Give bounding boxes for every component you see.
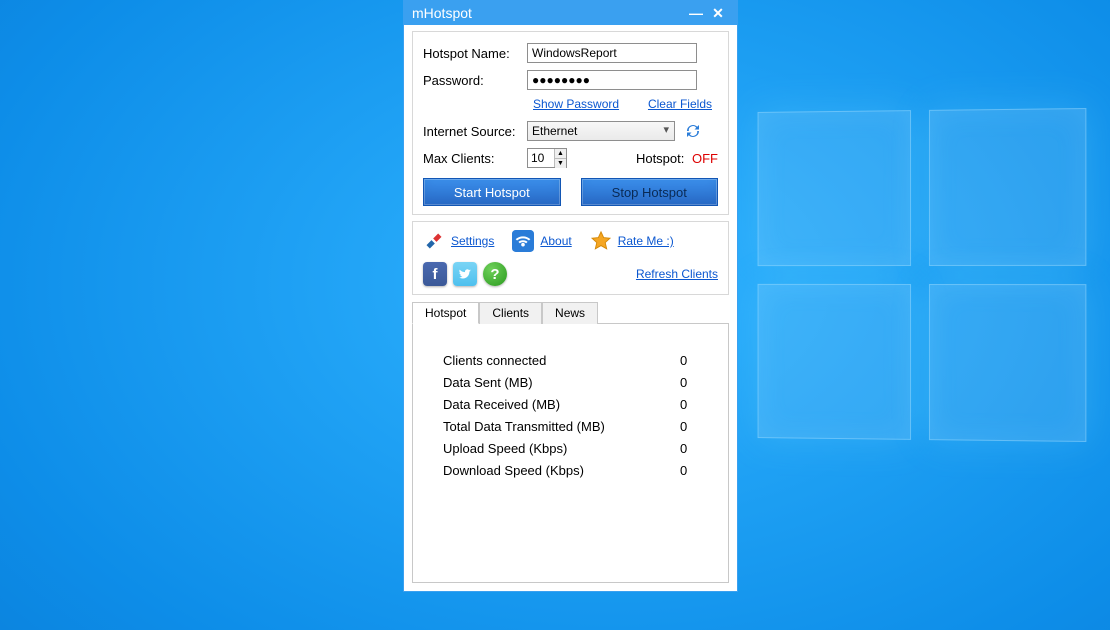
internet-source-label: Internet Source: [423,124,527,139]
tabs: Hotspot Clients News Clients connected 0 … [412,301,729,583]
stat-label: Total Data Transmitted (MB) [443,419,605,434]
refresh-clients-link[interactable]: Refresh Clients [636,267,718,281]
windows-logo [758,108,1087,442]
stat-row: Data Sent (MB) 0 [443,375,710,390]
stat-row: Download Speed (Kbps) 0 [443,463,710,478]
stat-row: Clients connected 0 [443,353,710,368]
stat-row: Data Received (MB) 0 [443,397,710,412]
hotspot-status-label: Hotspot: [636,151,684,166]
stat-label: Data Received (MB) [443,397,560,412]
facebook-icon[interactable]: f [423,262,447,286]
max-clients-stepper[interactable]: ▲▼ [527,148,567,168]
settings-icon [423,230,445,252]
wifi-icon [512,230,534,252]
stat-value: 0 [680,441,710,456]
stat-value: 0 [680,353,710,368]
internet-source-select[interactable] [527,121,675,141]
titlebar[interactable]: mHotspot — ✕ [404,1,737,25]
stop-hotspot-button[interactable]: Stop Hotspot [581,178,719,206]
window-title: mHotspot [412,5,685,21]
stat-label: Download Speed (Kbps) [443,463,584,478]
stat-label: Upload Speed (Kbps) [443,441,567,456]
stat-value: 0 [680,463,710,478]
stat-row: Total Data Transmitted (MB) 0 [443,419,710,434]
stepper-down[interactable]: ▼ [555,159,566,168]
hotspot-name-input[interactable] [527,43,697,63]
tab-hotspot[interactable]: Hotspot [412,302,479,324]
max-clients-label: Max Clients: [423,151,527,166]
help-icon[interactable]: ? [483,262,507,286]
clear-fields-link[interactable]: Clear Fields [648,97,712,111]
minimize-button[interactable]: — [685,5,707,21]
star-icon [590,230,612,252]
start-hotspot-button[interactable]: Start Hotspot [423,178,561,206]
password-input[interactable] [527,70,697,90]
tab-clients[interactable]: Clients [479,302,542,324]
tab-news[interactable]: News [542,302,598,324]
stat-value: 0 [680,419,710,434]
max-clients-input[interactable] [528,149,554,167]
stat-row: Upload Speed (Kbps) 0 [443,441,710,456]
settings-link[interactable]: Settings [451,234,494,248]
refresh-sources-icon[interactable] [683,121,703,141]
hotspot-name-label: Hotspot Name: [423,46,527,61]
config-panel: Hotspot Name: Password: Show Password Cl… [412,31,729,215]
hotspot-status-value: OFF [692,151,718,166]
links-panel: Settings About Rate Me :) f ? Ref [412,221,729,295]
stat-value: 0 [680,397,710,412]
password-label: Password: [423,73,527,88]
show-password-link[interactable]: Show Password [533,97,619,111]
stat-label: Clients connected [443,353,546,368]
tab-content: Clients connected 0 Data Sent (MB) 0 Data … [412,323,729,583]
app-window: mHotspot — ✕ Hotspot Name: Password: Sho… [403,0,738,592]
twitter-icon[interactable] [453,262,477,286]
about-link[interactable]: About [540,234,571,248]
rate-link[interactable]: Rate Me :) [618,234,674,248]
close-button[interactable]: ✕ [707,5,729,22]
stat-label: Data Sent (MB) [443,375,533,390]
stat-value: 0 [680,375,710,390]
stepper-up[interactable]: ▲ [555,149,566,159]
